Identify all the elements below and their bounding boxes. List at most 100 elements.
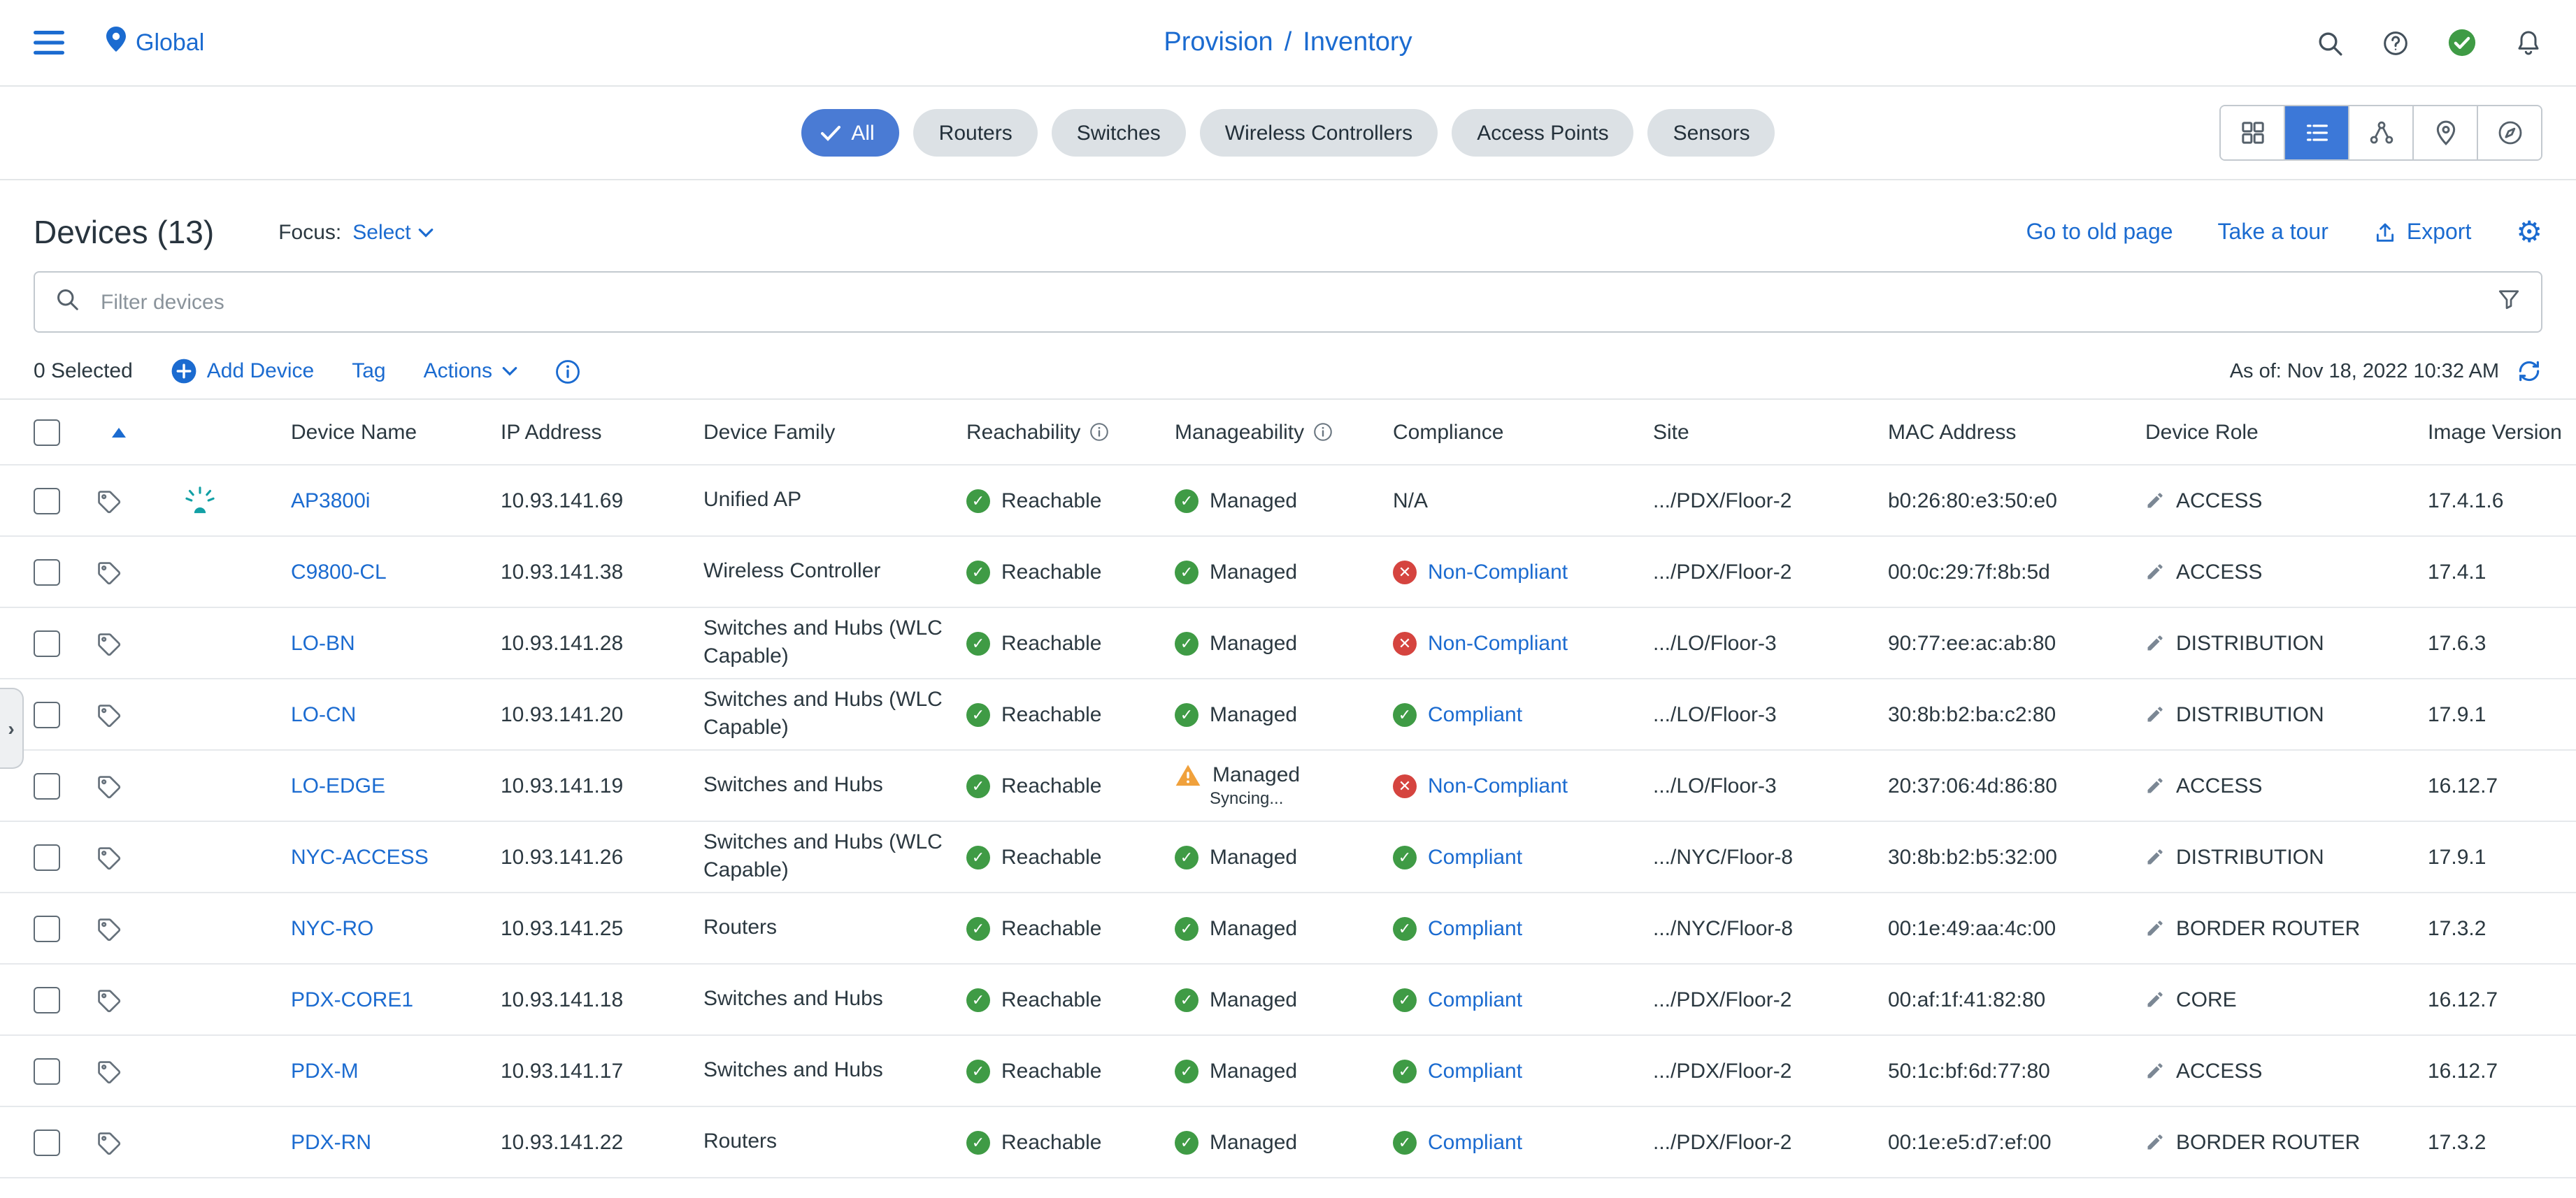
chip-all[interactable]: All xyxy=(801,109,900,157)
row-checkbox[interactable] xyxy=(34,986,60,1013)
actions-dropdown[interactable]: Actions xyxy=(424,359,517,383)
chip-wireless-controllers[interactable]: Wireless Controllers xyxy=(1199,109,1438,157)
add-device-button[interactable]: Add Device xyxy=(171,358,314,384)
refresh-icon[interactable] xyxy=(2516,358,2542,384)
chip-access-points[interactable]: Access Points xyxy=(1452,109,1634,157)
compliance-cell[interactable]: Compliant xyxy=(1393,702,1653,726)
device-name-link[interactable]: NYC-RO xyxy=(291,916,373,940)
device-name-link[interactable]: LO-EDGE xyxy=(291,774,385,798)
compliance-cell[interactable]: Non-Compliant xyxy=(1393,774,1653,798)
compliance-link[interactable]: Compliant xyxy=(1428,988,1522,1011)
device-name-link[interactable]: C9800-CL xyxy=(291,560,387,584)
info-icon[interactable] xyxy=(555,359,580,384)
column-header-device-family[interactable]: Device Family xyxy=(703,420,966,444)
edit-role-pencil-icon[interactable] xyxy=(2145,491,2165,510)
compliance-cell[interactable]: Compliant xyxy=(1393,916,1653,940)
compliance-cell[interactable]: Compliant xyxy=(1393,1059,1653,1083)
device-name-link[interactable]: PDX-M xyxy=(291,1059,359,1083)
tag-button[interactable]: Tag xyxy=(352,359,385,383)
card-view-icon[interactable] xyxy=(2221,106,2284,159)
row-checkbox[interactable] xyxy=(34,630,60,656)
row-checkbox[interactable] xyxy=(34,701,60,728)
compliance-link[interactable]: Compliant xyxy=(1428,702,1522,726)
compliance-cell[interactable]: Non-Compliant xyxy=(1393,631,1653,655)
tag-icon[interactable] xyxy=(95,915,122,941)
settings-gear-icon[interactable]: ⚙ xyxy=(2516,217,2542,247)
compliance-link[interactable]: Non-Compliant xyxy=(1428,560,1568,584)
compliance-link[interactable]: Compliant xyxy=(1428,845,1522,869)
tag-icon[interactable] xyxy=(95,487,122,514)
device-name-link[interactable]: PDX-CORE1 xyxy=(291,988,413,1011)
compliance-link[interactable]: Compliant xyxy=(1428,1059,1522,1083)
edit-role-pencil-icon[interactable] xyxy=(2145,1132,2165,1152)
row-checkbox[interactable] xyxy=(34,1058,60,1084)
compliance-cell[interactable]: Non-Compliant xyxy=(1393,560,1653,584)
breadcrumb-inventory[interactable]: Inventory xyxy=(1303,27,1412,58)
edit-role-pencil-icon[interactable] xyxy=(2145,562,2165,582)
filter-devices-input[interactable] xyxy=(98,289,2478,315)
tag-icon[interactable] xyxy=(95,558,122,585)
column-header-ip-address[interactable]: IP Address xyxy=(501,420,703,444)
device-name-link[interactable]: AP3800i xyxy=(291,489,370,512)
column-header-device-role[interactable]: Device Role xyxy=(2145,420,2428,444)
compliance-cell[interactable]: N/A xyxy=(1393,489,1653,512)
column-header-manageability[interactable]: Manageability xyxy=(1175,420,1393,444)
filter-funnel-icon[interactable] xyxy=(2496,286,2521,318)
edit-role-pencil-icon[interactable] xyxy=(2145,1061,2165,1081)
map-view-icon[interactable] xyxy=(2412,106,2477,159)
row-checkbox[interactable] xyxy=(34,772,60,799)
menu-icon[interactable] xyxy=(34,30,64,55)
search-icon[interactable] xyxy=(2316,29,2344,57)
edit-role-pencil-icon[interactable] xyxy=(2145,633,2165,653)
device-name-link[interactable]: PDX-RN xyxy=(291,1130,371,1154)
select-all-checkbox[interactable] xyxy=(34,419,60,445)
device-name-link[interactable]: LO-BN xyxy=(291,631,355,655)
compliance-cell[interactable]: Compliant xyxy=(1393,988,1653,1011)
topology-view-icon[interactable] xyxy=(2348,106,2412,159)
system-health-icon[interactable] xyxy=(2447,28,2477,57)
left-panel-expand-tab[interactable]: › xyxy=(0,688,24,769)
row-checkbox[interactable] xyxy=(34,1129,60,1155)
tag-icon[interactable] xyxy=(95,701,122,728)
column-header-compliance[interactable]: Compliance xyxy=(1393,420,1653,444)
column-header-reachability[interactable]: Reachability xyxy=(966,420,1175,444)
compass-view-icon[interactable] xyxy=(2477,106,2541,159)
tag-icon[interactable] xyxy=(95,844,122,870)
column-header-site[interactable]: Site xyxy=(1653,420,1888,444)
export-button[interactable]: Export xyxy=(2373,220,2471,245)
column-header-image-version[interactable]: Image Version xyxy=(2428,420,2576,444)
compliance-cell[interactable]: Compliant xyxy=(1393,1130,1653,1154)
chip-sensors[interactable]: Sensors xyxy=(1647,109,1775,157)
focus-select-dropdown[interactable]: Select xyxy=(352,221,433,245)
notifications-bell-icon[interactable] xyxy=(2514,28,2542,57)
compliance-link[interactable]: Compliant xyxy=(1428,916,1522,940)
row-checkbox[interactable] xyxy=(34,487,60,514)
compliance-link[interactable]: Non-Compliant xyxy=(1428,774,1568,798)
tag-icon[interactable] xyxy=(95,630,122,656)
help-icon[interactable] xyxy=(2382,29,2410,57)
edit-role-pencil-icon[interactable] xyxy=(2145,847,2165,867)
row-checkbox[interactable] xyxy=(34,558,60,585)
chip-switches[interactable]: Switches xyxy=(1051,109,1186,157)
tag-icon[interactable] xyxy=(95,1058,122,1084)
sort-ascending-icon[interactable] xyxy=(112,427,126,437)
compliance-link[interactable]: Compliant xyxy=(1428,1130,1522,1154)
compliance-cell[interactable]: Compliant xyxy=(1393,845,1653,869)
chip-routers[interactable]: Routers xyxy=(913,109,1038,157)
device-name-link[interactable]: NYC-ACCESS xyxy=(291,845,429,869)
tag-icon[interactable] xyxy=(95,986,122,1013)
list-view-icon[interactable] xyxy=(2284,106,2348,159)
compliance-link[interactable]: Non-Compliant xyxy=(1428,631,1568,655)
edit-role-pencil-icon[interactable] xyxy=(2145,990,2165,1009)
tag-icon[interactable] xyxy=(95,1129,122,1155)
edit-role-pencil-icon[interactable] xyxy=(2145,705,2165,724)
device-name-link[interactable]: LO-CN xyxy=(291,702,356,726)
tag-icon[interactable] xyxy=(95,772,122,799)
breadcrumb-provision[interactable]: Provision xyxy=(1164,27,1273,58)
edit-role-pencil-icon[interactable] xyxy=(2145,918,2165,938)
column-header-mac-address[interactable]: MAC Address xyxy=(1888,420,2145,444)
compliance-link[interactable]: N/A xyxy=(1393,489,1428,512)
row-checkbox[interactable] xyxy=(34,915,60,941)
take-a-tour-link[interactable]: Take a tour xyxy=(2218,220,2328,245)
go-to-old-page-link[interactable]: Go to old page xyxy=(2026,220,2173,245)
